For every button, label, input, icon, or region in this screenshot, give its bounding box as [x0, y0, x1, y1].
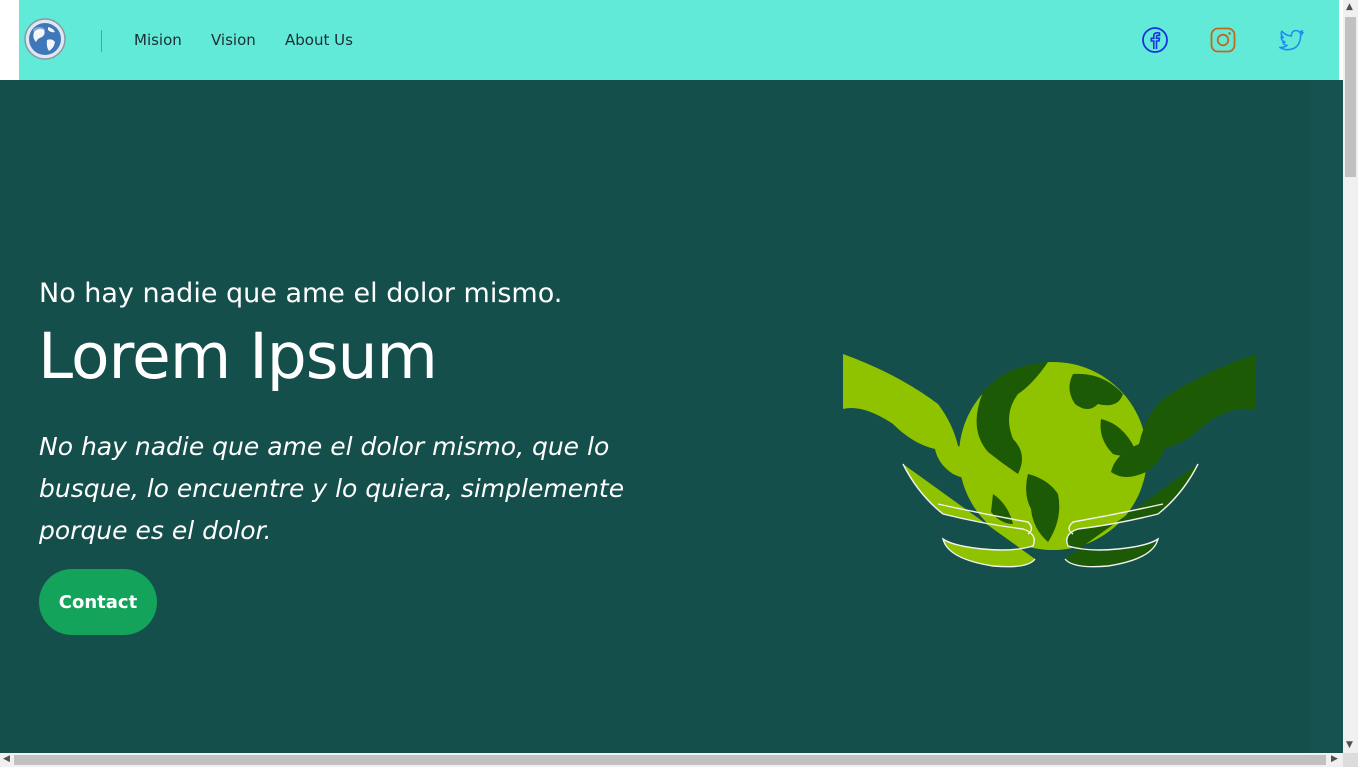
instagram-icon[interactable]	[1209, 26, 1237, 54]
hero-kicker: No hay nadie que ame el dolor mismo.	[39, 278, 563, 309]
scroll-right-arrow-icon[interactable]: ▶	[1331, 755, 1338, 764]
contact-button[interactable]: Contact	[39, 569, 157, 635]
hero-lead-text: No hay nadie que ame el dolor mismo, que…	[39, 432, 625, 545]
nav-link-mision[interactable]: Mision	[134, 31, 182, 49]
hands-holding-globe-illustration	[843, 354, 1256, 568]
scrollbar-corner	[1343, 753, 1358, 767]
facebook-icon[interactable]	[1141, 26, 1169, 54]
nav-divider	[101, 30, 102, 52]
horizontal-scroll-thumb[interactable]	[14, 755, 1326, 765]
scroll-up-arrow-icon[interactable]: ▲	[1346, 3, 1353, 12]
globe-logo-icon[interactable]	[24, 18, 66, 60]
scroll-left-arrow-icon[interactable]: ◀	[3, 755, 10, 764]
right-edge-strip	[1310, 80, 1343, 753]
horizontal-scrollbar[interactable]: ◀ ▶	[0, 753, 1343, 767]
nav-link-vision[interactable]: Vision	[211, 31, 256, 49]
vertical-scrollbar[interactable]: ▲ ▼	[1343, 0, 1358, 753]
page-viewport: Mision Vision About Us No hay nadie que …	[0, 0, 1343, 753]
vertical-scroll-thumb[interactable]	[1345, 17, 1356, 177]
scroll-down-arrow-icon[interactable]: ▼	[1346, 741, 1353, 750]
hero-section: No hay nadie que ame el dolor mismo. Lor…	[0, 80, 1343, 753]
top-navbar: Mision Vision About Us	[19, 0, 1339, 80]
twitter-icon[interactable]	[1277, 26, 1305, 54]
nav-link-about-us[interactable]: About Us	[285, 31, 353, 49]
hero-headline: Lorem Ipsum	[38, 320, 438, 393]
